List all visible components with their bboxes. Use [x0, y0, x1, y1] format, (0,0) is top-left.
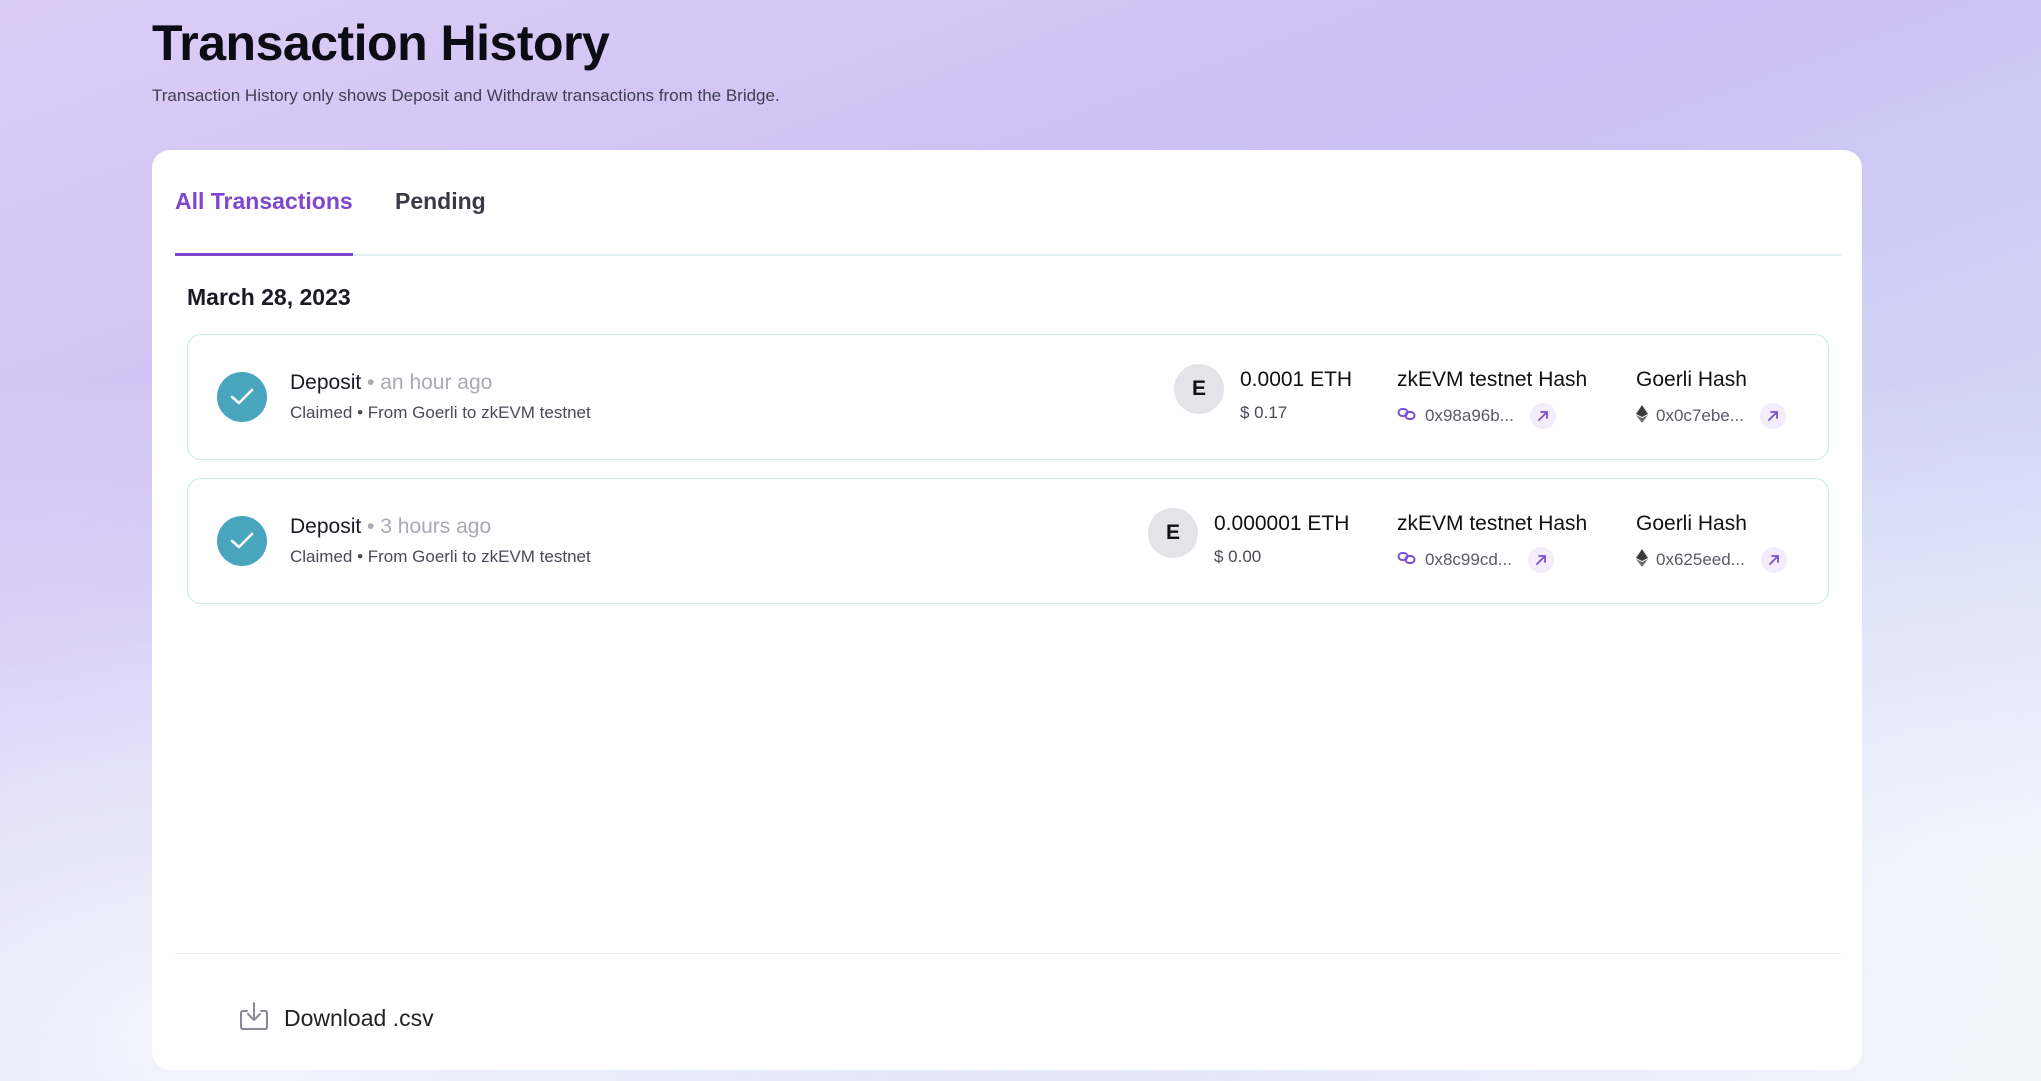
ethereum-icon — [1636, 548, 1648, 572]
transaction-row[interactable]: Deposit • an hour ago Claimed • From Goe… — [187, 334, 1829, 460]
chain-link-icon — [1397, 550, 1417, 571]
l2-hash-line: 0x98a96b... — [1397, 403, 1556, 429]
download-csv-button[interactable]: Download .csv — [238, 1001, 434, 1036]
arrow-up-right-icon[interactable] — [1529, 403, 1556, 429]
transaction-fiat-value: $ 0.17 — [1240, 403, 1288, 422]
l1-hash-value: 0x0c7ebe... — [1656, 406, 1744, 425]
download-icon — [238, 1001, 270, 1036]
transaction-type: Deposit — [290, 515, 362, 538]
l1-hash-label: Goerli Hash — [1636, 368, 1747, 391]
l2-hash-value: 0x98a96b... — [1425, 406, 1514, 425]
transaction-time: an hour ago — [380, 371, 493, 394]
l1-hash-column: Goerli Hash 0x625eed... — [1636, 512, 1787, 573]
chain-link-icon — [1397, 406, 1417, 427]
tab-bar: All Transactions Pending — [175, 150, 1841, 256]
l1-hash-label: Goerli Hash — [1636, 512, 1747, 535]
transaction-status: Claimed • From Goerli to zkEVM testnet — [290, 547, 591, 566]
transaction-time: 3 hours ago — [380, 515, 492, 538]
transaction-amount: 0.0001 ETH — [1240, 368, 1353, 391]
l1-hash-line: 0x625eed... — [1636, 547, 1787, 573]
l1-hash-column: Goerli Hash 0x0c7ebe... — [1636, 368, 1786, 429]
transaction-title: Deposit • 3 hours ago — [290, 515, 491, 539]
download-label: Download .csv — [284, 1005, 434, 1031]
check-circle-icon — [217, 372, 267, 422]
token-avatar: E — [1174, 364, 1224, 414]
title-separator: • — [367, 515, 375, 538]
token-avatar: E — [1148, 508, 1198, 558]
transaction-type: Deposit — [290, 371, 362, 394]
page-title: Transaction History — [152, 15, 610, 71]
date-group-heading: March 28, 2023 — [187, 284, 351, 310]
transaction-title: Deposit • an hour ago — [290, 371, 492, 395]
footer-divider — [175, 953, 1841, 954]
title-separator: • — [367, 371, 375, 394]
page-subtitle: Transaction History only shows Deposit a… — [152, 86, 780, 105]
l1-hash-value: 0x625eed... — [1656, 550, 1745, 569]
transaction-fiat-value: $ 0.00 — [1214, 547, 1262, 566]
ethereum-icon — [1636, 404, 1648, 428]
l1-hash-line: 0x0c7ebe... — [1636, 403, 1786, 429]
transaction-status: Claimed • From Goerli to zkEVM testnet — [290, 403, 591, 422]
arrow-up-right-icon[interactable] — [1760, 547, 1787, 573]
transaction-amount: 0.000001 ETH — [1214, 512, 1350, 535]
transaction-row[interactable]: Deposit • 3 hours ago Claimed • From Goe… — [187, 478, 1829, 604]
l2-hash-label: zkEVM testnet Hash — [1397, 368, 1588, 391]
l2-hash-label: zkEVM testnet Hash — [1397, 512, 1588, 535]
l2-hash-line: 0x8c99cd... — [1397, 547, 1554, 573]
tab-pending[interactable]: Pending — [395, 188, 486, 253]
check-circle-icon — [217, 516, 267, 566]
l2-hash-column: zkEVM testnet Hash 0x8c99cd... — [1397, 512, 1588, 573]
arrow-up-right-icon[interactable] — [1759, 403, 1786, 429]
tab-all-transactions[interactable]: All Transactions — [175, 188, 353, 256]
arrow-up-right-icon[interactable] — [1527, 547, 1554, 573]
l2-hash-column: zkEVM testnet Hash 0x98a96b... — [1397, 368, 1588, 429]
l2-hash-value: 0x8c99cd... — [1425, 550, 1512, 569]
transactions-card: All Transactions Pending March 28, 2023 … — [152, 150, 1862, 1070]
